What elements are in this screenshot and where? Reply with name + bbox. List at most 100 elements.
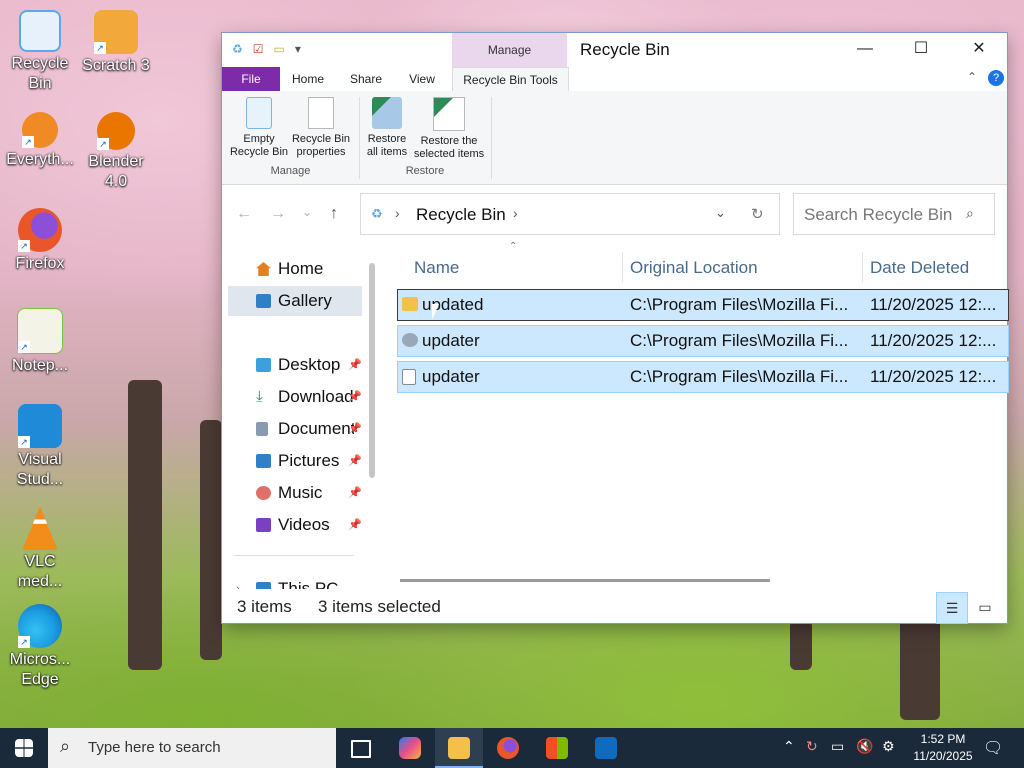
column-separator[interactable] [862, 252, 863, 282]
desktop-icon-notepadpp[interactable]: ↗ Notep... [2, 308, 78, 376]
ribbon-separator [491, 97, 492, 179]
taskbar-search-input[interactable]: Type here to search [88, 739, 221, 756]
desktop-icon-vscode[interactable]: ↗ Visual Stud... [2, 404, 78, 490]
refresh-icon[interactable]: ↻ [751, 205, 764, 223]
nav-item-this-pc[interactable]: › This PC [228, 574, 362, 589]
title-bar: ♻ ☑ ▭ ▾ Manage Recycle Bin — ☐ ✕ [222, 33, 1007, 67]
desktop-icon-label: Scratch 3 [82, 57, 150, 74]
taskbar-outlook[interactable] [582, 728, 630, 768]
shortcut-arrow-icon: ↗ [18, 636, 30, 648]
taskbar-copilot[interactable] [386, 728, 434, 768]
table-row[interactable]: updated C:\Program Files\Mozilla Fi... 1… [397, 289, 1009, 321]
nav-item-videos[interactable]: Videos 📌 [228, 510, 362, 540]
properties-icon [308, 97, 334, 129]
taskbar-store[interactable] [533, 728, 581, 768]
nav-item-home[interactable]: Home [228, 254, 362, 284]
desktop-icon-firefox[interactable]: ↗ Firefox [2, 208, 78, 274]
search-box[interactable]: Search Recycle Bin ⌕ [793, 193, 995, 235]
desktop-icon-everything[interactable]: ↗ Everyth... [2, 112, 78, 170]
tab-view[interactable]: View [396, 67, 448, 91]
close-button[interactable]: ✕ [951, 33, 1007, 67]
nav-divider [234, 555, 354, 556]
large-icons-view-button[interactable]: ▭ [970, 592, 1000, 622]
pin-icon[interactable]: 📌 [348, 414, 362, 444]
pin-icon[interactable]: 📌 [348, 382, 362, 412]
vscode-icon: ↗ [18, 404, 62, 448]
taskbar-firefox[interactable] [484, 728, 532, 768]
pin-icon[interactable]: 📌 [348, 478, 362, 508]
empty-recycle-bin-button[interactable]: Empty Recycle Bin [228, 97, 290, 159]
column-separator[interactable] [622, 252, 623, 282]
pictures-icon [256, 454, 271, 468]
back-arrow-icon[interactable]: ← [236, 205, 252, 223]
pin-icon[interactable]: 📌 [348, 350, 362, 380]
tab-home[interactable]: Home [282, 67, 334, 91]
new-folder-icon[interactable]: ▭ [274, 42, 285, 56]
nav-item-documents[interactable]: Documents 📌 [228, 414, 362, 444]
ribbon-tabs: File Home Share View Recycle Bin Tools ⌃… [222, 67, 1007, 93]
windows-logo-icon [15, 739, 33, 757]
desktop-icon-edge[interactable]: ↗ Micros... Edge [2, 604, 78, 690]
address-dropdown-icon[interactable]: ⌄ [715, 205, 726, 221]
qat-dropdown-icon[interactable]: ▾ [295, 42, 301, 56]
table-row[interactable]: updater C:\Program Files\Mozilla Fi... 1… [397, 361, 1009, 393]
minimize-button[interactable]: — [837, 33, 893, 67]
taskbar-search-box[interactable]: ⌕ Type here to search [48, 728, 336, 768]
tab-share[interactable]: Share [338, 67, 394, 91]
column-header-name[interactable]: Name [414, 258, 459, 278]
up-arrow-icon[interactable]: ↑ [330, 205, 338, 223]
desktop-icon-label: Micros... Edge [9, 651, 71, 688]
forward-arrow-icon[interactable]: → [270, 205, 286, 223]
desktop-icon-recycle-bin[interactable]: Recycle Bin [2, 10, 78, 94]
taskbar-clock[interactable]: 1:52 PM 11/20/2025 [912, 731, 974, 765]
tab-recycle-bin-tools[interactable]: Recycle Bin Tools [452, 67, 569, 93]
scratch-icon: ↗ [94, 10, 138, 54]
volume-muted-icon[interactable]: 🔇 [856, 738, 873, 755]
tab-file[interactable]: File [222, 67, 280, 91]
pin-icon[interactable]: 📌 [348, 510, 362, 540]
desktop-icon-label: Everyth... [6, 151, 74, 168]
nav-item-gallery[interactable]: Gallery [228, 286, 362, 316]
recycle-bin-properties-button[interactable]: Recycle Bin properties [290, 97, 352, 159]
restore-all-items-button[interactable]: Restore all items [362, 97, 412, 159]
properties-check-icon[interactable]: ☑ [253, 42, 264, 56]
horizontal-scrollbar[interactable] [400, 579, 770, 582]
mouse-cursor-icon [432, 304, 439, 320]
nav-item-desktop[interactable]: Desktop 📌 [228, 350, 362, 380]
help-icon[interactable]: ? [988, 70, 1004, 86]
details-view-button[interactable]: ☰ [936, 592, 968, 624]
nav-item-downloads[interactable]: ⤓ Downloads 📌 [228, 382, 362, 412]
task-view-button[interactable] [336, 728, 384, 768]
column-header-date-deleted[interactable]: Date Deleted [870, 258, 969, 278]
column-header-original-location[interactable]: Original Location [630, 258, 758, 278]
start-button[interactable] [0, 728, 48, 768]
desktop-icon-blender[interactable]: ↗ Blender 4.0 [78, 112, 154, 192]
clock-time: 1:52 PM [920, 732, 966, 746]
restore-selected-items-button[interactable]: Restore the selected items [412, 97, 486, 161]
nav-item-music[interactable]: Music 📌 [228, 478, 362, 508]
collapse-ribbon-icon[interactable]: ⌃ [967, 70, 977, 84]
taskbar: ⌕ Type here to search ⌃ ↻ ▭ 🔇 ⚙ 1:52 PM … [0, 728, 1024, 768]
recent-locations-chevron-icon[interactable]: ⌄ [302, 205, 312, 219]
address-bar[interactable]: ♻ › Recycle Bin › ⌄ ↻ [360, 193, 780, 235]
search-input[interactable]: Search Recycle Bin [804, 205, 952, 225]
show-hidden-icons-chevron-icon[interactable]: ⌃ [783, 738, 795, 755]
desktop-icon-scratch[interactable]: ↗ Scratch 3 [78, 10, 154, 76]
explorer-window: ♻ ☑ ▭ ▾ Manage Recycle Bin — ☐ ✕ File Ho… [222, 33, 1009, 624]
navigation-pane-scrollbar[interactable] [369, 263, 375, 478]
table-row[interactable]: updater C:\Program Files\Mozilla Fi... 1… [397, 325, 1009, 357]
taskbar-file-explorer[interactable] [435, 728, 483, 768]
sync-warning-icon[interactable]: ↻ [806, 738, 818, 755]
search-icon: ⌕ [966, 205, 974, 221]
maximize-button[interactable]: ☐ [893, 33, 949, 67]
nav-item-pictures[interactable]: Pictures 📌 [228, 446, 362, 476]
notifications-icon[interactable]: 🗨 [983, 738, 1003, 758]
settings-gear-icon[interactable]: ⚙ [882, 738, 895, 755]
group-label-restore: Restore [405, 165, 445, 177]
breadcrumb-recycle-bin[interactable]: Recycle Bin [416, 205, 506, 225]
network-icon[interactable]: ▭ [831, 738, 844, 755]
pin-icon[interactable]: 📌 [348, 446, 362, 476]
download-arrow-icon: ⤓ [256, 388, 263, 405]
recycle-bin-small-icon: ♻ [232, 42, 243, 56]
desktop-icon-vlc[interactable]: VLC med... [2, 506, 78, 592]
